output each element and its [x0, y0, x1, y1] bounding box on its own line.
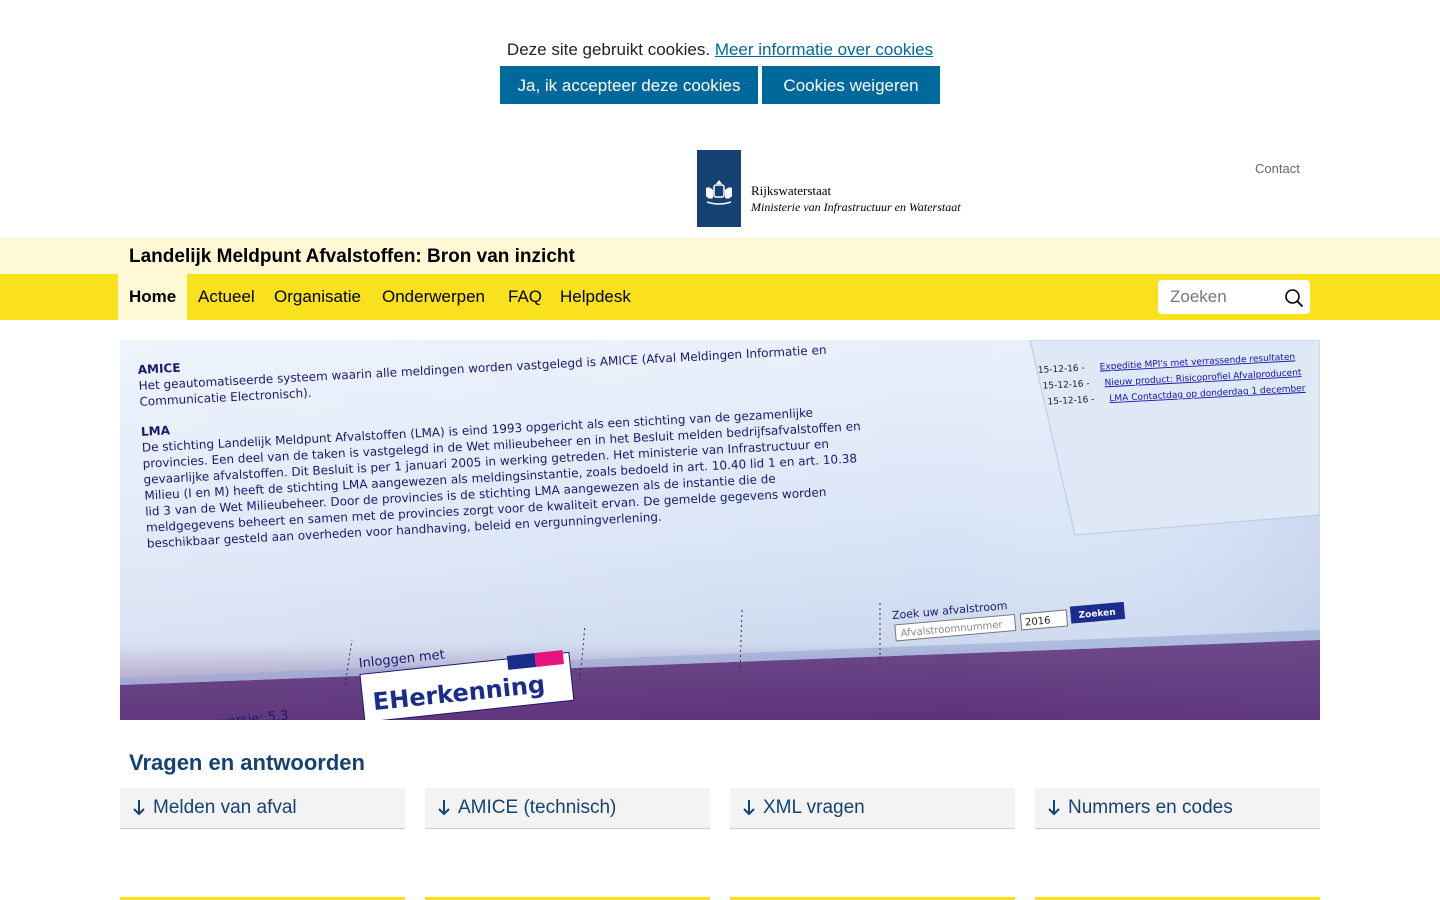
nav-item-helpdesk[interactable]: Helpdesk: [560, 274, 631, 320]
search-box: [1158, 280, 1310, 314]
qa-tile-label: Melden van afval: [153, 797, 297, 818]
site-title-band: Landelijk Meldpunt Afvalstoffen: Bron va…: [0, 238, 1440, 274]
cookie-notice: Deze site gebruikt cookies. Meer informa…: [0, 40, 1440, 60]
search-icon[interactable]: [1284, 288, 1304, 308]
cookie-text: Deze site gebruikt cookies.: [506, 40, 711, 59]
accept-cookies-button[interactable]: Ja, ik accepteer deze cookies: [500, 66, 758, 104]
qa-tile-label: XML vragen: [763, 797, 865, 818]
qa-tile-label: Nummers en codes: [1068, 797, 1233, 818]
logo[interactable]: [697, 150, 741, 227]
nav-item-organisatie[interactable]: Organisatie: [274, 274, 361, 320]
coat-of-arms-icon: [706, 180, 732, 205]
hero-image: AMICE Het geautomatiseerde systeem waari…: [120, 340, 1320, 720]
arrow-down-icon: [1048, 800, 1060, 816]
site-title[interactable]: Landelijk Meldpunt Afvalstoffen: Bron va…: [129, 246, 575, 268]
nav-item-onderwerpen[interactable]: Onderwerpen: [382, 274, 485, 320]
nav-item-faq[interactable]: FAQ: [508, 274, 542, 320]
hero-text-line: AMICE: [137, 361, 180, 377]
contact-link[interactable]: Contact: [1255, 161, 1300, 176]
org-name: Rijkswaterstaat: [751, 183, 832, 198]
cookie-info-link[interactable]: Meer informatie over cookies: [715, 40, 933, 59]
qa-tile-melden[interactable]: Melden van afval: [120, 788, 405, 829]
hero-text-line: LMA: [141, 423, 171, 439]
qa-tile-label: AMICE (technisch): [458, 797, 617, 818]
arrow-down-icon: [743, 800, 755, 816]
nav-item-home[interactable]: Home: [118, 274, 188, 320]
qa-tile-amice[interactable]: AMICE (technisch): [425, 788, 710, 829]
cookie-bar: Deze site gebruikt cookies. Meer informa…: [0, 0, 1440, 120]
ministry-name: Ministerie van Infrastructuur en Waterst…: [751, 200, 961, 214]
qa-tile-nummers[interactable]: Nummers en codes: [1035, 788, 1320, 829]
hero-year-select: 2016: [1025, 615, 1051, 628]
qa-title: Vragen en antwoorden: [129, 750, 365, 775]
nav-item-actueel[interactable]: Actueel: [198, 274, 255, 320]
refuse-cookies-button[interactable]: Cookies weigeren: [762, 66, 940, 104]
main-nav: Home Actueel Organisatie Onderwerpen FAQ…: [0, 274, 1440, 320]
qa-tile-xml[interactable]: XML vragen: [730, 788, 1015, 829]
arrow-down-icon: [133, 800, 145, 816]
hero-screen-photo: AMICE Het geautomatiseerde systeem waari…: [120, 340, 1320, 720]
search-input[interactable]: [1158, 280, 1290, 314]
arrow-down-icon: [438, 800, 450, 816]
